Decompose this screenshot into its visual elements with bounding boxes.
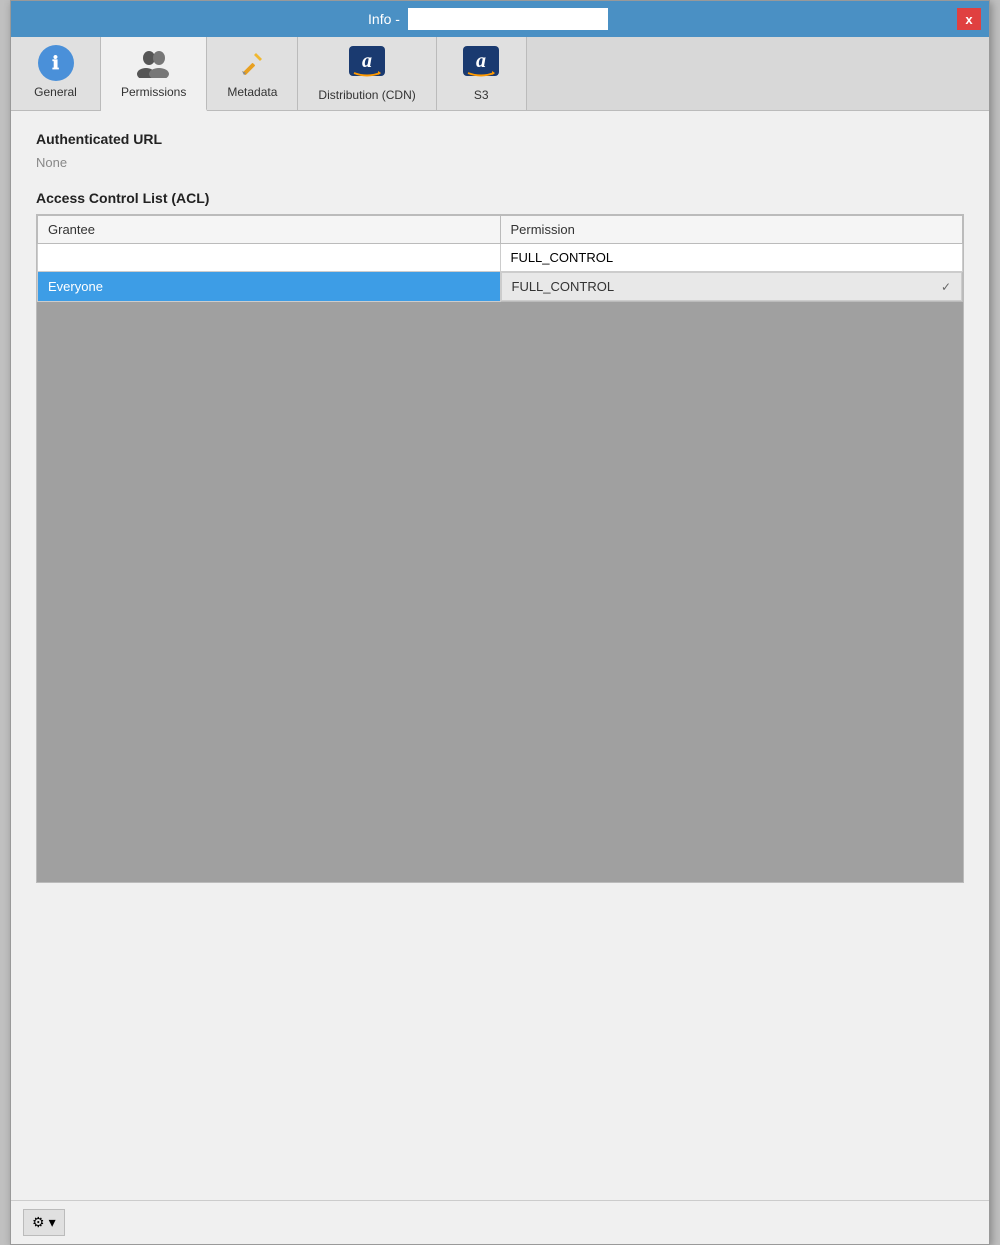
permission-column-header: Permission [500, 216, 963, 244]
metadata-pencil-icon [234, 45, 270, 81]
close-button[interactable]: x [957, 8, 981, 30]
tab-s3-label: S3 [474, 88, 489, 102]
tab-distribution-label: Distribution (CDN) [318, 88, 415, 102]
tab-s3[interactable]: a S3 [437, 37, 527, 110]
acl-section-title: Access Control List (ACL) [36, 190, 964, 206]
grantee-column-header: Grantee [38, 216, 501, 244]
authenticated-url-value: None [36, 155, 964, 170]
acl-table-header-row: Grantee Permission [38, 216, 963, 244]
permission-dropdown-icon[interactable]: ✓ [941, 280, 951, 294]
main-window: Info - x ℹ General Permissions [10, 0, 990, 1245]
permissions-users-icon [136, 45, 172, 81]
permission-cell-1[interactable]: FULL_CONTROL [500, 244, 963, 272]
title-bar: Info - x [11, 1, 989, 37]
table-row-everyone[interactable]: Everyone FULL_CONTROL ✓ [38, 272, 963, 302]
gear-dropdown-arrow: ▾ [49, 1214, 56, 1231]
tab-metadata[interactable]: Metadata [207, 37, 298, 110]
content-area: Authenticated URL None Access Control Li… [11, 111, 989, 1200]
title-input[interactable] [408, 8, 608, 30]
authenticated-url-title: Authenticated URL [36, 131, 964, 147]
grantee-label-everyone: Everyone [48, 279, 103, 294]
tab-bar: ℹ General Permissions [11, 37, 989, 111]
distribution-amazon-icon: a [348, 45, 386, 84]
s3-amazon-icon: a [462, 45, 500, 84]
tab-permissions-label: Permissions [121, 85, 186, 99]
grantee-cell-1 [38, 244, 501, 272]
tab-metadata-label: Metadata [227, 85, 277, 99]
title-bar-content: Info - [19, 8, 957, 30]
general-info-icon: ℹ [38, 45, 74, 81]
svg-text:a: a [476, 50, 486, 72]
footer-bar: ⚙ ▾ [11, 1200, 989, 1244]
acl-empty-area [37, 302, 963, 882]
grantee-cell-everyone: Everyone [38, 272, 501, 302]
tab-general[interactable]: ℹ General [11, 37, 101, 110]
table-row[interactable]: FULL_CONTROL [38, 244, 963, 272]
gear-settings-button[interactable]: ⚙ ▾ [23, 1209, 65, 1236]
tab-distribution[interactable]: a Distribution (CDN) [298, 37, 436, 110]
permission-cell-everyone[interactable]: FULL_CONTROL ✓ [501, 272, 963, 301]
permission-value-1: FULL_CONTROL [511, 250, 614, 265]
permission-value-everyone: FULL_CONTROL [512, 279, 615, 294]
acl-table: Grantee Permission FULL_CONTROL [37, 215, 963, 302]
window-title: Info - [368, 11, 400, 27]
acl-table-wrapper: Grantee Permission FULL_CONTROL [36, 214, 964, 883]
svg-text:a: a [362, 50, 372, 72]
gear-icon: ⚙ [32, 1214, 45, 1231]
tab-permissions[interactable]: Permissions [101, 37, 207, 111]
tab-general-label: General [34, 85, 77, 99]
